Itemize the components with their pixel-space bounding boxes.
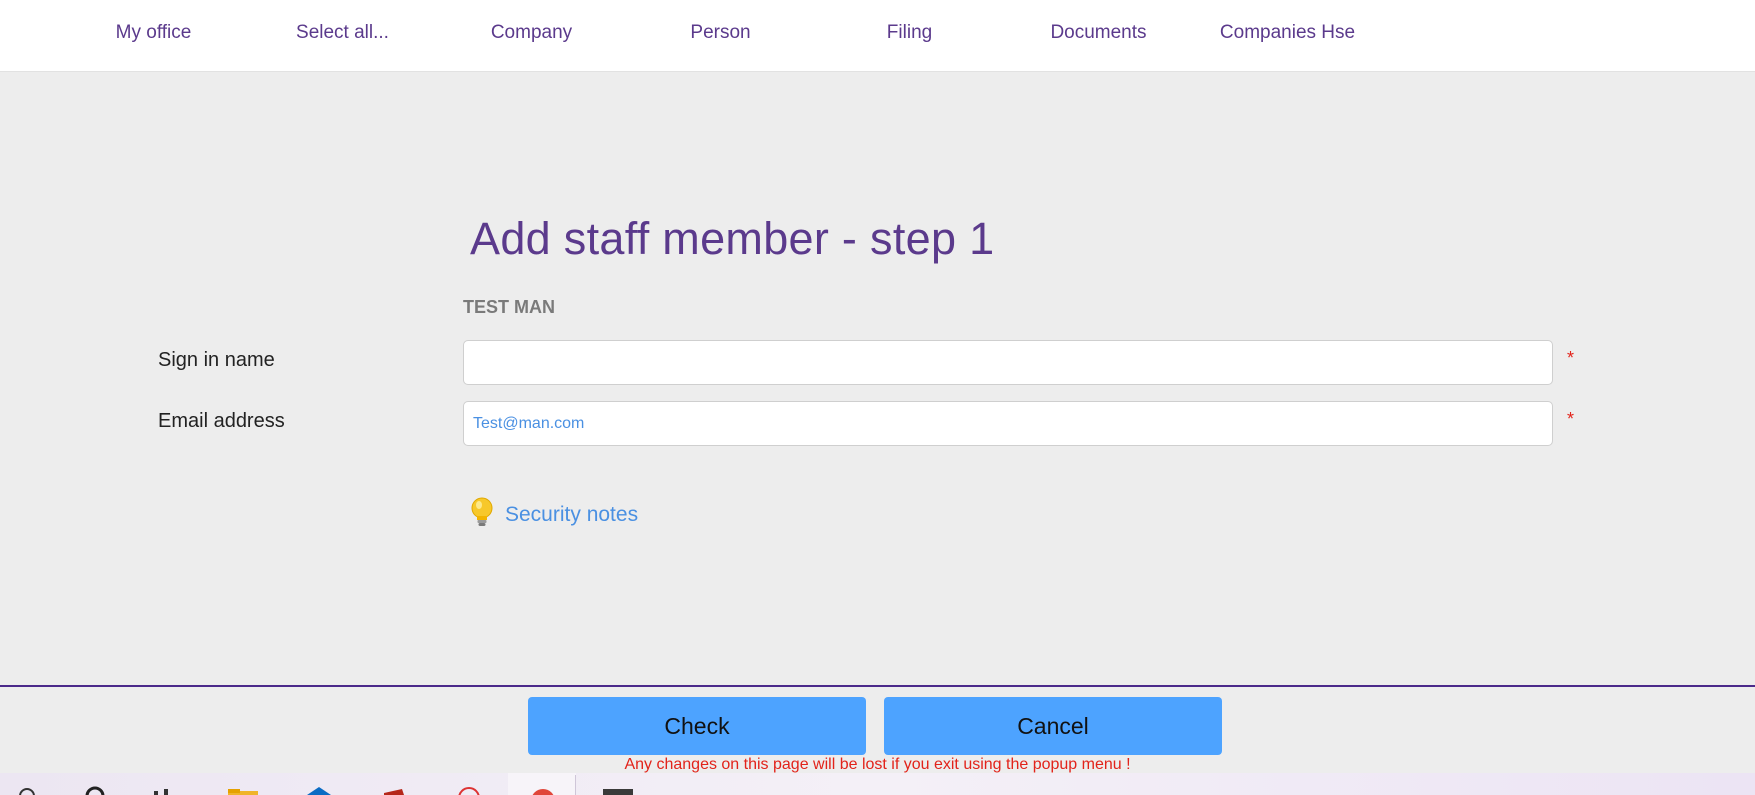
nav-item-person[interactable]: Person (626, 22, 815, 44)
terminal-icon[interactable] (600, 785, 634, 795)
cancel-button[interactable]: Cancel (884, 697, 1222, 755)
sign-in-name-label: Sign in name (158, 349, 275, 371)
nav-item-select-all[interactable]: Select all... (248, 22, 437, 44)
lightbulb-icon (470, 497, 494, 534)
unsaved-changes-warning: Any changes on this page will be lost if… (624, 756, 1131, 773)
check-button[interactable]: Check (528, 697, 866, 755)
windows-search-icon[interactable] (18, 785, 40, 795)
chrome-icon[interactable] (526, 785, 560, 795)
footer-divider (0, 685, 1755, 687)
nav-item-filing[interactable]: Filing (815, 22, 1004, 44)
staff-member-name: TEST MAN (463, 297, 555, 317)
nav-item-my-office[interactable]: My office (59, 22, 248, 44)
sign-in-name-required-marker: * (1567, 348, 1575, 368)
file-explorer-icon[interactable] (226, 785, 260, 795)
mail-app-icon[interactable] (302, 785, 336, 795)
nav-item-company[interactable]: Company (437, 22, 626, 44)
top-navigation: My office Select all... Company Person F… (0, 0, 1755, 72)
office-app-icon[interactable] (378, 785, 412, 795)
email-address-input[interactable] (463, 401, 1553, 446)
nav-item-documents[interactable]: Documents (1004, 22, 1193, 44)
security-notes-label[interactable]: Security notes (505, 503, 638, 527)
taskbar-separator (575, 775, 576, 795)
taskbar (0, 773, 1755, 795)
cortana-icon[interactable] (84, 785, 106, 795)
email-address-required-marker: * (1567, 409, 1575, 429)
email-address-label: Email address (158, 410, 285, 432)
sign-in-name-input[interactable] (463, 340, 1553, 385)
nav-item-companies-hse[interactable]: Companies Hse (1193, 22, 1382, 44)
security-notes-link[interactable]: Security notes (470, 497, 638, 534)
page-title: Add staff member - step 1 (470, 213, 995, 264)
red-app-icon[interactable] (452, 785, 486, 795)
task-view-icon[interactable] (150, 785, 178, 795)
